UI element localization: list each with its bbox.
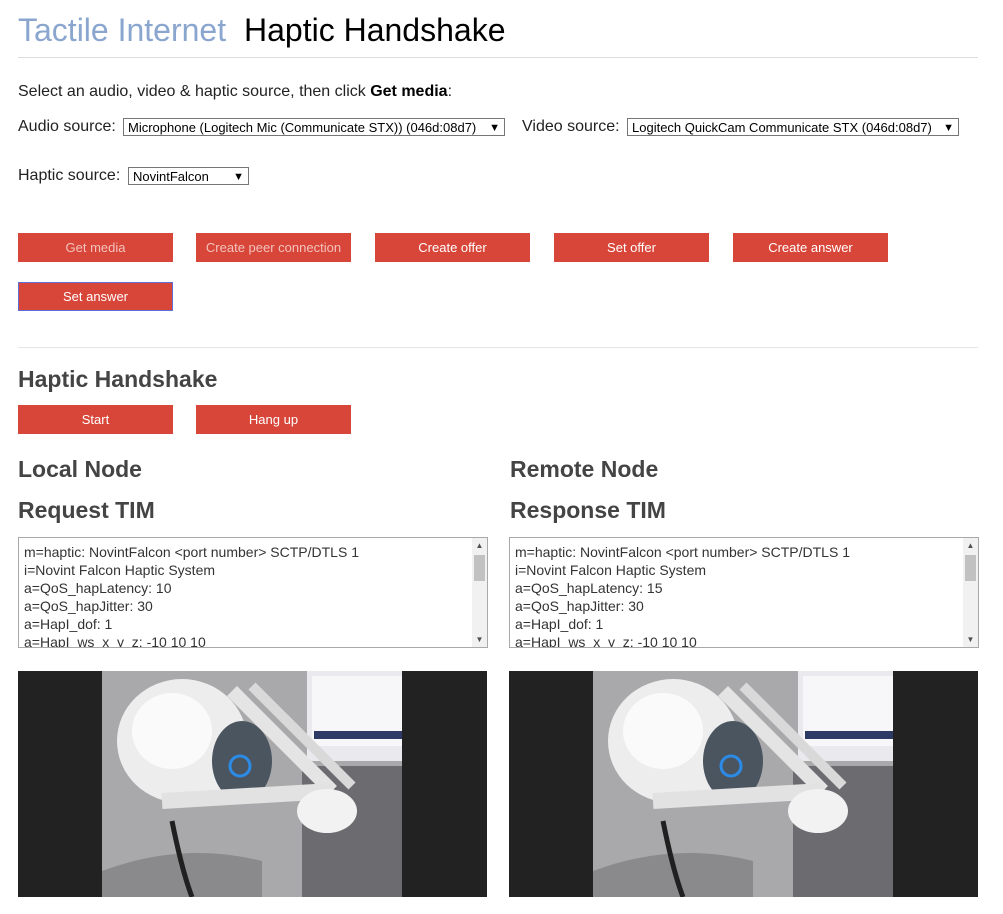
hang-up-button[interactable]: Hang up bbox=[196, 405, 351, 434]
tim-line: a=HapI_ws_x_y_z: -10 10 10 bbox=[24, 634, 206, 648]
remote-video bbox=[509, 671, 978, 897]
get-media-button[interactable]: Get media bbox=[18, 233, 173, 262]
chevron-down-icon: ▼ bbox=[943, 122, 954, 134]
tim-line: m=haptic: NovintFalcon <port number> SCT… bbox=[24, 544, 359, 560]
scroll-up-icon[interactable]: ▲ bbox=[472, 538, 487, 553]
instructions-prefix: Select an audio, video & haptic source, … bbox=[18, 83, 371, 100]
instructions: Select an audio, video & haptic source, … bbox=[18, 83, 452, 101]
video-source-value: Logitech QuickCam Communicate STX (046d:… bbox=[632, 120, 932, 135]
create-peer-connection-button[interactable]: Create peer connection bbox=[196, 233, 351, 262]
tim-line: a=HapI_ws_x_y_z: -10 10 10 bbox=[515, 634, 697, 648]
response-tim-scrollbar[interactable]: ▲ ▼ bbox=[963, 538, 978, 647]
tim-line: a=HapI_dof: 1 bbox=[24, 616, 113, 632]
request-tim-scrollbar[interactable]: ▲ ▼ bbox=[472, 538, 487, 647]
haptic-handshake-heading: Haptic Handshake bbox=[18, 366, 218, 392]
chevron-down-icon: ▼ bbox=[233, 171, 244, 183]
tim-line: i=Novint Falcon Haptic System bbox=[24, 562, 216, 578]
tim-line: i=Novint Falcon Haptic System bbox=[515, 562, 707, 578]
set-offer-button[interactable]: Set offer bbox=[554, 233, 709, 262]
chevron-down-icon: ▼ bbox=[489, 122, 500, 134]
tim-line: m=haptic: NovintFalcon <port number> SCT… bbox=[515, 544, 850, 560]
response-tim-lines: m=haptic: NovintFalcon <port number> SCT… bbox=[515, 543, 958, 648]
brand-title: Tactile Internet bbox=[18, 12, 227, 48]
video-source-select[interactable]: Logitech QuickCam Communicate STX (046d:… bbox=[627, 118, 959, 136]
haptic-source-label: Haptic source: bbox=[18, 167, 121, 184]
tim-line: a=QoS_hapLatency: 15 bbox=[515, 580, 663, 596]
haptic-device-image bbox=[102, 671, 402, 897]
haptic-device-image bbox=[593, 671, 893, 897]
instructions-suffix: : bbox=[447, 83, 453, 100]
request-tim-lines: m=haptic: NovintFalcon <port number> SCT… bbox=[24, 543, 467, 648]
local-video-frame bbox=[102, 671, 402, 897]
request-tim-heading: Request TIM bbox=[18, 497, 155, 523]
scroll-down-icon[interactable]: ▼ bbox=[963, 632, 978, 647]
audio-source-label: Audio source: bbox=[18, 118, 116, 135]
audio-source-value: Microphone (Logitech Mic (Communicate ST… bbox=[128, 120, 477, 135]
local-node-heading: Local Node bbox=[18, 456, 142, 482]
response-tim-heading: Response TIM bbox=[510, 497, 666, 523]
section-divider bbox=[18, 347, 978, 348]
instructions-bold: Get media bbox=[370, 83, 448, 100]
audio-source-select[interactable]: Microphone (Logitech Mic (Communicate ST… bbox=[123, 118, 505, 136]
page-title: Haptic Handshake bbox=[244, 12, 506, 48]
haptic-source-select[interactable]: NovintFalcon ▼ bbox=[128, 167, 249, 185]
request-tim-textarea[interactable]: m=haptic: NovintFalcon <port number> SCT… bbox=[18, 537, 488, 648]
page: Tactile Internet Haptic Handshake Select… bbox=[18, 0, 979, 897]
remote-node-heading: Remote Node bbox=[510, 456, 659, 482]
haptic-source-value: NovintFalcon bbox=[133, 169, 209, 184]
create-answer-button[interactable]: Create answer bbox=[733, 233, 888, 262]
video-source-label: Video source: bbox=[522, 118, 620, 135]
scroll-thumb[interactable] bbox=[965, 555, 976, 581]
remote-video-frame bbox=[593, 671, 893, 897]
create-offer-button[interactable]: Create offer bbox=[375, 233, 530, 262]
tim-line: a=QoS_hapJitter: 30 bbox=[24, 598, 153, 614]
start-button[interactable]: Start bbox=[18, 405, 173, 434]
response-tim-textarea[interactable]: m=haptic: NovintFalcon <port number> SCT… bbox=[509, 537, 979, 648]
scroll-down-icon[interactable]: ▼ bbox=[472, 632, 487, 647]
local-video bbox=[18, 671, 487, 897]
scroll-thumb[interactable] bbox=[474, 555, 485, 581]
tim-line: a=QoS_hapJitter: 30 bbox=[515, 598, 644, 614]
header: Tactile Internet Haptic Handshake bbox=[18, 0, 978, 58]
tim-line: a=HapI_dof: 1 bbox=[515, 616, 604, 632]
set-answer-button[interactable]: Set answer bbox=[18, 282, 173, 311]
tim-line: a=QoS_hapLatency: 10 bbox=[24, 580, 172, 596]
scroll-up-icon[interactable]: ▲ bbox=[963, 538, 978, 553]
